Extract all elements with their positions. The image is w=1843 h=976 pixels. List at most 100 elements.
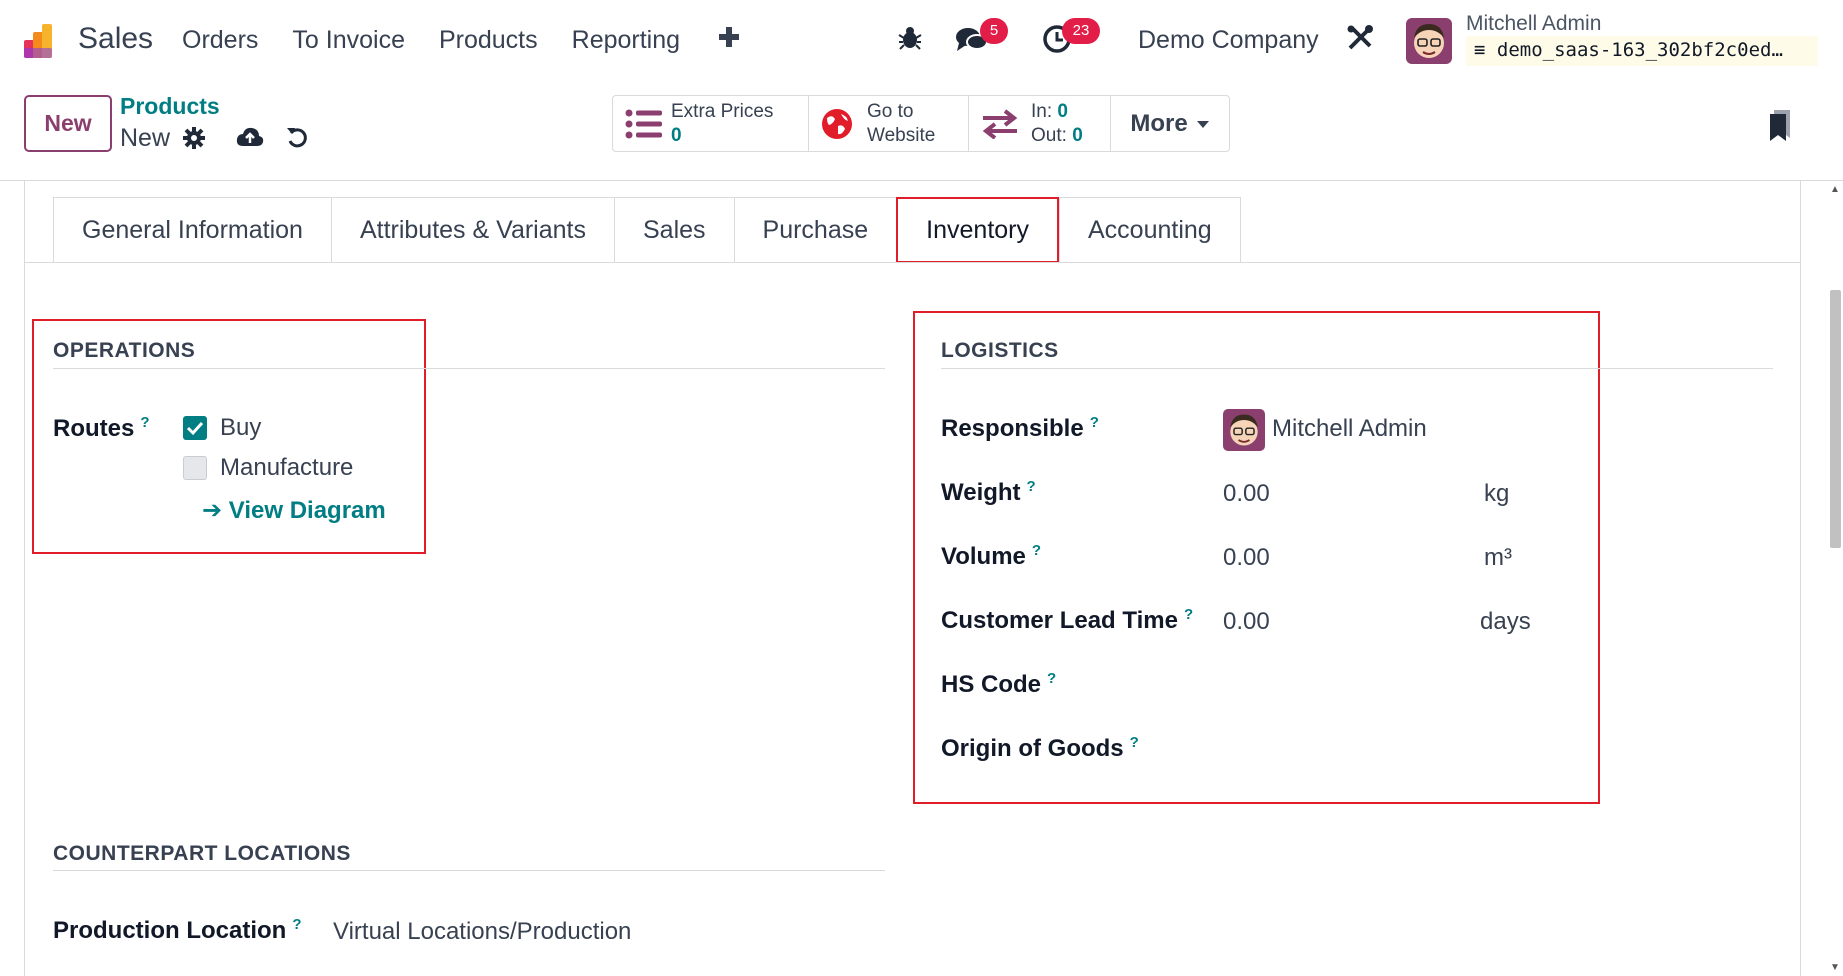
responsible-label: Responsible? bbox=[941, 414, 1099, 443]
volume-help[interactable]: ? bbox=[1032, 542, 1041, 559]
website-line1: Go to bbox=[867, 100, 914, 122]
weight-label: Weight? bbox=[941, 478, 1036, 507]
volume-label: Volume? bbox=[941, 542, 1041, 571]
tab-sales[interactable]: Sales bbox=[613, 197, 734, 263]
go-to-website-button[interactable]: Go to Website bbox=[809, 96, 969, 151]
counterpart-locations-title: COUNTERPART LOCATIONS bbox=[53, 842, 351, 865]
hs-code-label-text: HS Code bbox=[941, 671, 1042, 698]
weight-label-text: Weight bbox=[941, 479, 1021, 506]
tab-accounting[interactable]: Accounting bbox=[1059, 197, 1241, 263]
scroll-down-arrow[interactable]: ▼ bbox=[1830, 962, 1840, 973]
lead-time-help[interactable]: ? bbox=[1184, 606, 1193, 623]
user-name[interactable]: Mitchell Admin bbox=[1466, 12, 1601, 36]
menu-reporting[interactable]: Reporting bbox=[572, 26, 680, 55]
out-label: Out: bbox=[1031, 124, 1067, 146]
customer-lead-time-label: Customer Lead Time? bbox=[941, 606, 1193, 635]
production-location-field[interactable]: Virtual Locations/Production bbox=[333, 918, 631, 946]
menu-products[interactable]: Products bbox=[439, 26, 538, 55]
extra-prices-label: Extra Prices bbox=[671, 100, 774, 122]
plus-icon[interactable] bbox=[716, 22, 742, 52]
smart-buttons: Extra Prices 0 Go to Website In: 0 Out: … bbox=[612, 95, 1230, 152]
extra-prices-value: 0 bbox=[671, 124, 682, 146]
hs-code-label: HS Code? bbox=[941, 670, 1056, 699]
responsible-help[interactable]: ? bbox=[1090, 414, 1099, 431]
database-icon: ≡ bbox=[1474, 39, 1486, 61]
extra-prices-button[interactable]: Extra Prices 0 bbox=[613, 96, 809, 151]
tab-purchase[interactable]: Purchase bbox=[733, 197, 897, 263]
top-navbar: Sales Orders To Invoice Products Reporti… bbox=[0, 0, 1843, 80]
control-panel-divider bbox=[0, 180, 1843, 181]
routes-label-text: Routes bbox=[53, 415, 135, 442]
route-manufacture-label[interactable]: Manufacture bbox=[220, 454, 353, 482]
settings-tools-icon[interactable] bbox=[1346, 24, 1374, 52]
operations-rule bbox=[53, 368, 885, 369]
volume-field[interactable]: 0.00 bbox=[1223, 544, 1270, 572]
database-name: ≡ demo_saas-163_302bf2c0ed… bbox=[1466, 36, 1818, 66]
checkmark-icon bbox=[186, 421, 204, 436]
weight-field[interactable]: 0.00 bbox=[1223, 480, 1270, 508]
route-manufacture-checkbox[interactable] bbox=[183, 456, 207, 480]
bookmark-icon[interactable] bbox=[1768, 108, 1792, 142]
production-location-label: Production Location? bbox=[53, 916, 302, 945]
origin-help[interactable]: ? bbox=[1130, 734, 1139, 751]
activities-badge: 23 bbox=[1062, 18, 1100, 44]
in-value: 0 bbox=[1057, 100, 1068, 122]
volume-label-text: Volume bbox=[941, 543, 1026, 570]
routes-help[interactable]: ? bbox=[140, 414, 149, 431]
user-avatar[interactable] bbox=[1406, 18, 1452, 64]
exchange-arrows-icon bbox=[982, 108, 1018, 139]
responsible-avatar bbox=[1223, 409, 1265, 451]
view-diagram-text: View Diagram bbox=[228, 497, 386, 524]
weight-unit: kg bbox=[1484, 480, 1510, 507]
save-cloud-icon[interactable] bbox=[236, 126, 264, 148]
new-button[interactable]: New bbox=[24, 95, 112, 152]
responsible-label-text: Responsible bbox=[941, 415, 1084, 442]
logistics-rule bbox=[941, 368, 1773, 369]
volume-unit: m³ bbox=[1484, 544, 1512, 571]
messages-badge: 5 bbox=[980, 18, 1008, 44]
production-label-text: Production Location bbox=[53, 917, 287, 944]
app-name[interactable]: Sales bbox=[78, 22, 153, 56]
menu-orders[interactable]: Orders bbox=[182, 26, 258, 55]
tab-inventory[interactable]: Inventory bbox=[896, 197, 1059, 263]
breadcrumb-current: New bbox=[120, 124, 171, 152]
scroll-up-arrow[interactable]: ▲ bbox=[1830, 184, 1840, 195]
scrollbar-thumb[interactable] bbox=[1830, 290, 1841, 548]
main-menu: Orders To Invoice Products Reporting bbox=[182, 26, 680, 55]
globe-icon bbox=[822, 108, 852, 139]
more-label: More bbox=[1130, 109, 1188, 137]
menu-to-invoice[interactable]: To Invoice bbox=[292, 26, 405, 55]
production-help[interactable]: ? bbox=[292, 916, 301, 933]
operations-title: OPERATIONS bbox=[53, 339, 196, 362]
route-buy-checkbox[interactable] bbox=[183, 416, 207, 440]
breadcrumb-products[interactable]: Products bbox=[120, 93, 220, 120]
database-text: demo_saas-163_302bf2c0ed… bbox=[1496, 39, 1783, 61]
weight-help[interactable]: ? bbox=[1027, 478, 1036, 495]
counterpart-rule bbox=[53, 870, 885, 871]
in-out-moves-button[interactable]: In: 0 Out: 0 bbox=[969, 96, 1111, 151]
company-switcher[interactable]: Demo Company bbox=[1138, 26, 1319, 55]
gear-icon[interactable] bbox=[183, 127, 205, 149]
origin-label-text: Origin of Goods bbox=[941, 735, 1124, 762]
notebook-tabs: General Information Attributes & Variant… bbox=[53, 197, 1241, 263]
responsible-field[interactable]: Mitchell Admin bbox=[1272, 415, 1427, 443]
arrow-right-icon: ➔ bbox=[202, 497, 223, 524]
hs-code-help[interactable]: ? bbox=[1047, 670, 1056, 687]
origin-of-goods-field[interactable] bbox=[1223, 732, 1583, 766]
tab-general-information[interactable]: General Information bbox=[53, 197, 331, 263]
view-diagram-link[interactable]: ➔ View Diagram bbox=[202, 496, 386, 525]
discard-undo-icon[interactable] bbox=[286, 126, 308, 148]
website-line2: Website bbox=[867, 124, 936, 146]
route-buy-label[interactable]: Buy bbox=[220, 414, 261, 442]
sales-app-icon[interactable] bbox=[22, 20, 62, 60]
tab-attributes-variants[interactable]: Attributes & Variants bbox=[330, 197, 614, 263]
bug-icon[interactable] bbox=[897, 25, 923, 51]
routes-label: Routes? bbox=[53, 414, 150, 443]
more-button[interactable]: More bbox=[1111, 96, 1229, 151]
hs-code-field[interactable] bbox=[1223, 668, 1583, 702]
customer-lead-time-field[interactable]: 0.00 bbox=[1223, 608, 1270, 636]
list-icon bbox=[625, 109, 662, 138]
sheet-border bbox=[24, 181, 25, 976]
logistics-title: LOGISTICS bbox=[941, 339, 1059, 362]
in-label: In: bbox=[1031, 100, 1053, 122]
